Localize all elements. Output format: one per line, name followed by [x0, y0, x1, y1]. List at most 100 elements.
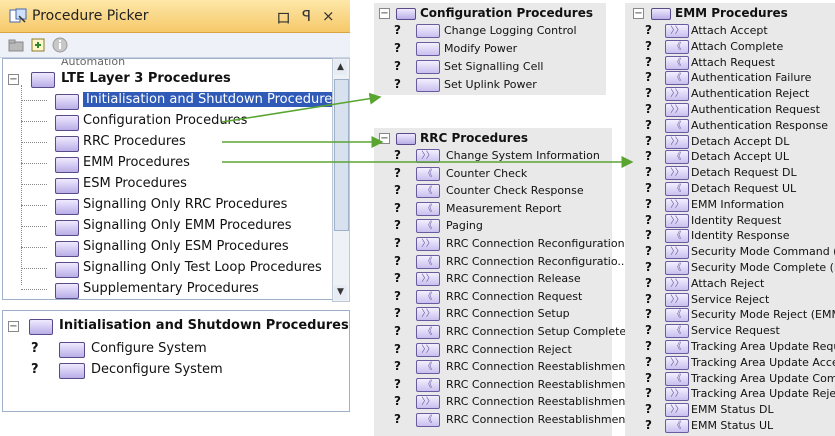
procedure-row[interactable]: ? 《Tracking Area Update Complete — [625, 371, 835, 388]
procedure-label: Attach Request — [691, 55, 775, 69]
unknown-status-icon: ? — [394, 271, 401, 286]
procedure-row[interactable]: ? 〉〉 RRC Connection Release — [374, 271, 612, 288]
incoming-message-icon: 《 — [665, 182, 689, 196]
incoming-message-icon: 《 — [416, 289, 440, 304]
collapse-icon[interactable]: − — [633, 8, 644, 19]
scroll-up-icon[interactable]: ▲ — [334, 60, 347, 75]
folder-icon[interactable] — [8, 37, 24, 53]
outgoing-message-icon: 〉〉 — [416, 272, 440, 287]
procedure-label: EMM Status DL — [691, 403, 774, 417]
procedure-row[interactable]: ? 〉〉 Identity Request — [625, 213, 835, 230]
procedure-row[interactable]: ? Set Signalling Cell — [374, 59, 606, 76]
procedure-row[interactable]: ? 《 Measurement Report — [374, 201, 612, 218]
incoming-message-icon: 《 — [416, 166, 440, 181]
procedure-row[interactable]: ? 《Tracking Area Update Request — [625, 339, 835, 356]
procedure-row[interactable]: ? 〉〉 Attach Accept — [625, 23, 835, 40]
procedure-label: Set Uplink Power — [444, 78, 537, 91]
procedure-row[interactable]: ? 〉〉 Attach Reject — [625, 276, 835, 293]
unknown-status-icon: ? — [31, 341, 39, 356]
procedure-row[interactable]: ? 《 Detach Accept UL — [625, 149, 835, 166]
procedure-row[interactable]: ? 《 RRC Connection Reestablishmen... — [374, 412, 636, 429]
procedure-details: − Initialisation and Shutdown Procedures… — [2, 310, 350, 412]
procedure-row[interactable]: ? 《 Counter Check — [374, 166, 612, 183]
procedure-row[interactable]: ? 《 Security Mode Reject (EMM) — [625, 307, 835, 324]
procedure-row[interactable]: ? 〉〉 Authentication Reject — [625, 86, 835, 103]
dock-icon[interactable]: ロ — [276, 7, 291, 28]
procedure-row[interactable]: ? 《 Attach Request — [625, 55, 835, 72]
outgoing-message-icon: 〉〉 — [665, 292, 689, 307]
procedure-label: Authentication Response — [691, 118, 829, 132]
procedure-row[interactable]: ? 《 RRC Connection Reestablishment — [374, 359, 630, 376]
procedure-label: Counter Check Response — [446, 184, 584, 198]
procedure-icon — [416, 42, 440, 56]
unknown-status-icon: ? — [645, 323, 652, 338]
procedure-row[interactable]: ? 《 Authentication Failure — [625, 70, 835, 87]
procedure-row[interactable]: ? 《 Identity Response — [625, 228, 835, 245]
unknown-status-icon: ? — [394, 41, 401, 55]
procedure-picker-window: Procedure Picker ロ ꟼ × Automation − LTE … — [0, 0, 350, 412]
procedure-row[interactable]: ? 〉〉 Detach Request DL — [625, 165, 835, 182]
outgoing-message-icon: 〉〉 — [416, 342, 440, 357]
procedure-row[interactable]: ? 〉〉 RRC Connection Reject — [374, 342, 612, 359]
procedure-row[interactable]: ? 〉〉 RRC Connection Setup — [374, 306, 612, 323]
panel-title: EMM Procedures — [675, 6, 788, 20]
procedure-row[interactable]: ? 〉〉 Authentication Request — [625, 102, 835, 119]
outgoing-message-icon: 〉〉 — [665, 276, 689, 291]
tree-item-label: EMM Procedures — [83, 155, 190, 170]
procedure-row[interactable]: ? 〉〉 EMM Information — [625, 197, 835, 214]
procedure-row[interactable]: ? Set Uplink Power — [374, 77, 606, 94]
procedure-row[interactable]: ? 《 Authentication Response — [625, 118, 835, 135]
procedure-row[interactable]: ? 《 RRC Connection Request — [374, 289, 612, 306]
collapse-icon[interactable]: − — [8, 321, 19, 332]
procedure-row[interactable]: ? 《 Detach Request UL — [625, 181, 835, 198]
procedure-row[interactable]: ? 《 RRC Connection Reconfiguratio... — [374, 254, 628, 271]
unknown-status-icon: ? — [394, 306, 401, 321]
unknown-status-icon: ? — [394, 218, 401, 233]
details-item-label: Deconfigure System — [91, 362, 223, 377]
collapse-icon[interactable]: − — [379, 8, 390, 19]
pin-icon[interactable]: ꟼ — [302, 7, 311, 25]
scroll-thumb[interactable] — [334, 79, 349, 231]
procedure-row[interactable]: ? 〉〉 Change System Information — [374, 148, 612, 165]
tree-scrollbar[interactable]: ▲ ▼ — [332, 58, 350, 302]
procedure-icon — [416, 78, 440, 92]
unknown-status-icon: ? — [394, 341, 401, 356]
incoming-message-icon: 《 — [665, 150, 689, 165]
procedure-row[interactable]: ? 〉〉 RRC Connection Reestablishmen... — [374, 394, 636, 411]
unknown-status-icon: ? — [394, 59, 401, 73]
procedure-row[interactable]: ? 〉〉 EMM Status DL — [625, 402, 835, 419]
new-procedure-icon[interactable] — [30, 37, 46, 53]
procedure-row[interactable]: ? 〉〉 RRC Connection Reconfiguration — [374, 236, 625, 253]
procedure-row[interactable]: ? 〉〉 Service Reject — [625, 292, 835, 309]
procedure-row[interactable]: ? 《 Paging — [374, 218, 612, 235]
procedure-label: Attach Complete — [691, 39, 784, 53]
procedure-row[interactable]: ? Modify Power — [374, 41, 606, 58]
procedure-row[interactable]: ? 《 EMM Status UL — [625, 418, 835, 435]
procedure-label: RRC Connection Setup — [446, 307, 570, 321]
info-icon[interactable] — [52, 37, 68, 53]
procedure-row[interactable]: ? 〉〉 Detach Accept DL — [625, 134, 835, 151]
procedure-row[interactable]: ? 《 Attach Complete — [625, 39, 835, 56]
procedure-label: Tracking Area Update Reject — [691, 387, 835, 401]
procedure-row[interactable]: ? 〉〉 Tracking Area Update Accept — [625, 355, 835, 372]
procedure-icon — [416, 24, 440, 38]
collapse-icon[interactable]: − — [8, 74, 19, 85]
folder-procedures-icon — [52, 91, 79, 110]
procedure-label: Detach Request DL — [691, 166, 797, 180]
procedure-row[interactable]: ? 《 Service Request — [625, 323, 835, 340]
outgoing-message-icon: 〉〉 — [665, 355, 689, 370]
tree-guide-line — [21, 85, 22, 285]
procedure-row[interactable]: ? 〉〉 Tracking Area Update Reject — [625, 386, 835, 403]
collapse-icon[interactable]: − — [379, 133, 390, 144]
procedure-row[interactable]: ? 《 RRC Connection Reestablishmen... — [374, 377, 636, 394]
procedure-label: Detach Accept DL — [691, 134, 790, 148]
incoming-message-icon: 《 — [665, 229, 689, 244]
incoming-message-icon: 《 — [665, 39, 689, 54]
procedure-row[interactable]: ? 《Security Mode Complete (EMM) — [625, 260, 835, 277]
procedure-row[interactable]: ? 《 Counter Check Response — [374, 183, 612, 200]
procedure-row[interactable]: ? 《 RRC Connection Setup Complete — [374, 324, 626, 341]
procedure-row[interactable]: ? Change Logging Control — [374, 23, 606, 40]
procedure-row[interactable]: ? 〉〉Security Mode Command (EMM) — [625, 244, 835, 261]
close-icon[interactable]: × — [322, 7, 335, 25]
scroll-down-icon[interactable]: ▼ — [334, 285, 347, 300]
